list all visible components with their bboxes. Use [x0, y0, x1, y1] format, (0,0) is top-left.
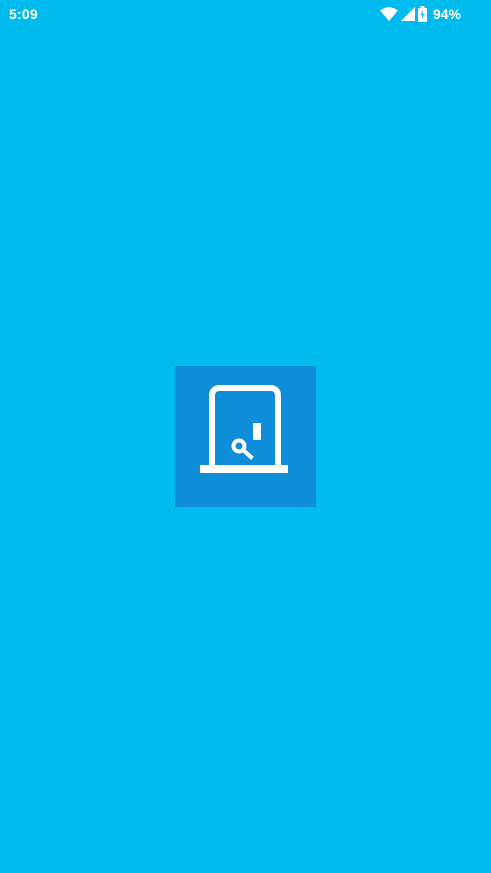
cell-signal-icon — [400, 7, 415, 21]
wifi-icon — [379, 7, 398, 21]
battery-percent: 94% — [432, 6, 461, 22]
status-icons: 94% — [379, 5, 461, 23]
battery-charging-icon — [417, 6, 427, 22]
app-logo — [175, 366, 316, 507]
status-bar: 5:09 94% — [0, 0, 491, 28]
status-time: 5:09 — [9, 6, 38, 22]
door-key-icon — [200, 385, 288, 473]
splash-screen: 5:09 94% — [0, 0, 491, 873]
